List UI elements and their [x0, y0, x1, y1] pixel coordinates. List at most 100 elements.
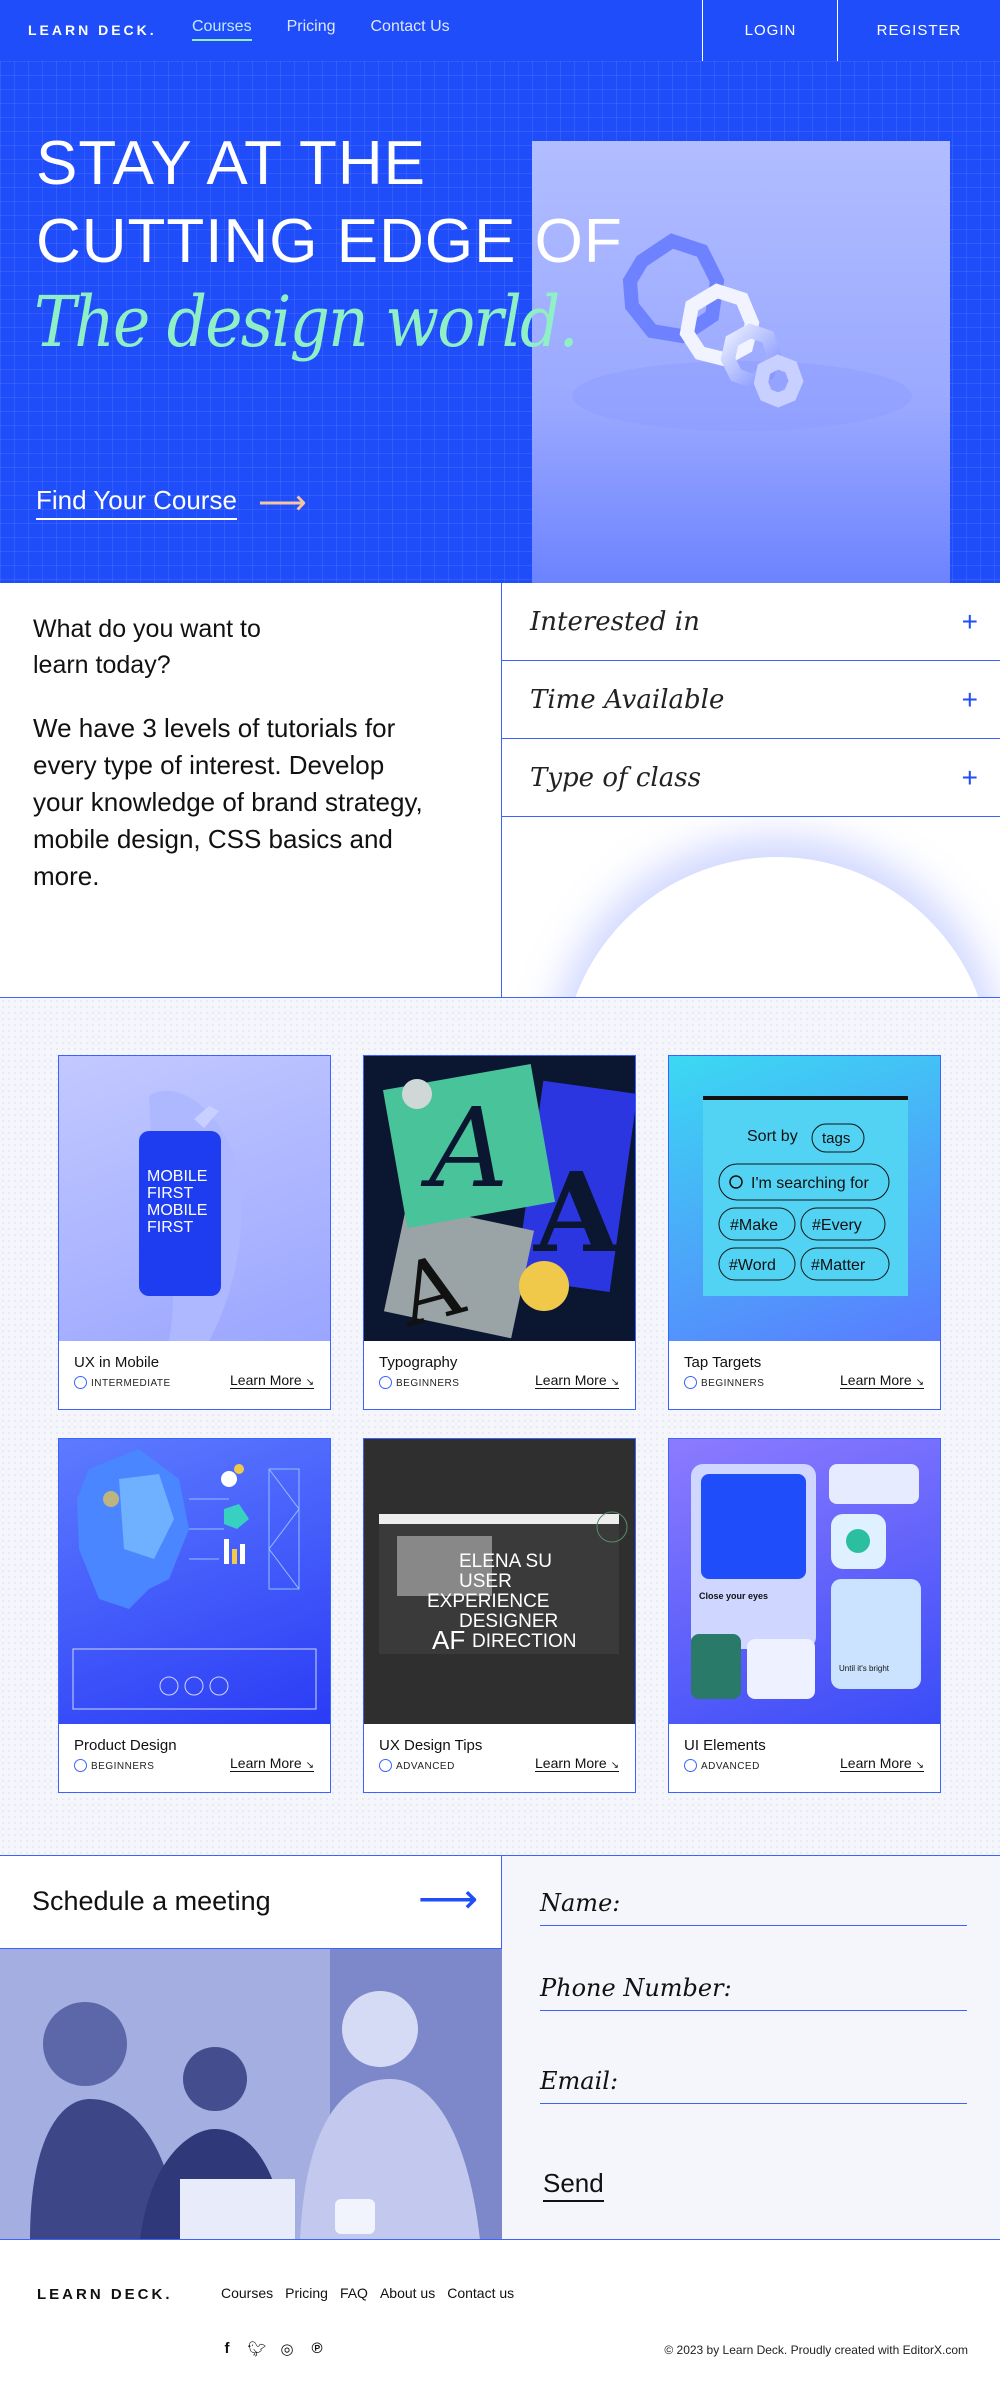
- image-text: FIRST: [147, 1185, 193, 1202]
- filter-label: Type of class: [530, 762, 701, 793]
- course-image: ELENA SU USER EXPERIENCE DESIGNER AF DIR…: [364, 1439, 635, 1724]
- image-text: #Every: [812, 1217, 862, 1234]
- course-card-ui-elements[interactable]: Close your eyes Until it's bright UI Ele…: [668, 1438, 941, 1793]
- plus-icon[interactable]: +: [962, 684, 978, 716]
- course-card-tap-targets[interactable]: Sort by tags I'm searching for #Make #Ev…: [668, 1055, 941, 1410]
- name-label: Name:: [540, 1889, 621, 1917]
- course-card-ux-mobile[interactable]: MOBILE FIRST MOBILE FIRST UX in Mobile I…: [58, 1055, 331, 1410]
- email-field[interactable]: Email:: [540, 2054, 967, 2104]
- arrow-down-right-icon: ↘: [305, 1377, 314, 1388]
- image-text: ELENA SU: [459, 1551, 552, 1572]
- image-text: #Make: [730, 1217, 778, 1234]
- course-level: BEGINNERS: [701, 1378, 765, 1389]
- logo[interactable]: LEARN DECK.: [28, 22, 157, 38]
- arrow-down-right-icon: ↘: [915, 1760, 924, 1771]
- learn-more-link[interactable]: Learn More ↘: [840, 1755, 924, 1772]
- course-image: MOBILE FIRST MOBILE FIRST: [59, 1056, 330, 1341]
- image-text: DESIGNER: [459, 1611, 558, 1632]
- course-title: UX in Mobile: [74, 1354, 160, 1371]
- image-text: MOBILE: [147, 1202, 207, 1219]
- instagram-icon[interactable]: ◎: [277, 2340, 297, 2358]
- name-field[interactable]: Name:: [540, 1876, 967, 1926]
- course-title: UI Elements: [684, 1737, 766, 1754]
- learn-more-link[interactable]: Learn More ↘: [230, 1755, 314, 1772]
- nav-link-courses[interactable]: Courses: [192, 18, 252, 41]
- hero-heading-line3: The design world.: [34, 281, 579, 363]
- image-text: EXPERIENCE: [427, 1591, 549, 1612]
- decorative-arc: [502, 817, 1000, 997]
- social-links: f 🐦︎ ◎ ℗: [217, 2340, 327, 2358]
- meeting-photo: [0, 1948, 502, 2239]
- arrow-down-right-icon: ↘: [610, 1760, 619, 1771]
- arrow-right-icon[interactable]: ⟶: [418, 1878, 478, 1920]
- filter-time-available[interactable]: Time Available +: [502, 661, 1000, 739]
- course-image: [59, 1439, 330, 1724]
- footer-link-pricing[interactable]: Pricing: [285, 2285, 328, 2301]
- twitter-icon[interactable]: 🐦︎: [247, 2340, 267, 2358]
- arrow-down-right-icon: ↘: [915, 1377, 924, 1388]
- filter-label: Time Available: [530, 684, 725, 715]
- register-button[interactable]: REGISTER: [837, 0, 1000, 61]
- learn-more-link[interactable]: Learn More ↘: [535, 1372, 619, 1389]
- hero-heading-line2: CUTTING EDGE OF: [36, 207, 623, 276]
- level-icon: [684, 1759, 697, 1772]
- footer-links: Courses Pricing FAQ About us Contact us: [221, 2285, 514, 2301]
- course-level: BEGINNERS: [91, 1761, 155, 1772]
- learn-more-link[interactable]: Learn More ↘: [535, 1755, 619, 1772]
- course-card-product-design[interactable]: Product Design BEGINNERS Learn More ↘: [58, 1438, 331, 1793]
- footer-link-courses[interactable]: Courses: [221, 2285, 273, 2301]
- footer-link-faq[interactable]: FAQ: [340, 2285, 368, 2301]
- image-text: Until it's bright: [839, 1664, 890, 1673]
- nav-links: Courses Pricing Contact Us: [192, 18, 450, 41]
- plus-icon[interactable]: +: [962, 606, 978, 638]
- find-course-link[interactable]: Find Your Course: [36, 485, 237, 520]
- facebook-icon[interactable]: f: [217, 2340, 237, 2358]
- course-level: INTERMEDIATE: [91, 1378, 171, 1389]
- learn-more-link[interactable]: Learn More ↘: [840, 1372, 924, 1389]
- footer-link-about[interactable]: About us: [380, 2285, 435, 2301]
- schedule-title: Schedule a meeting: [32, 1886, 271, 1916]
- course-image: A A A: [364, 1056, 635, 1341]
- image-text: Sort by: [747, 1128, 798, 1145]
- top-nav: LEARN DECK. Courses Pricing Contact Us L…: [0, 0, 1000, 61]
- level-icon: [74, 1376, 87, 1389]
- filter-type-of-class[interactable]: Type of class +: [502, 739, 1000, 817]
- nav-link-contact[interactable]: Contact Us: [370, 18, 449, 41]
- filter-interested-in[interactable]: Interested in +: [502, 583, 1000, 661]
- image-text: #Word: [729, 1257, 776, 1274]
- learn-intro: What do you want to learn today? We have…: [0, 583, 502, 997]
- plus-icon[interactable]: +: [962, 762, 978, 794]
- arrow-right-icon[interactable]: ⟶: [258, 486, 307, 520]
- arrow-down-right-icon: ↘: [305, 1760, 314, 1771]
- image-text: I'm searching for: [751, 1175, 869, 1192]
- svg-text:A: A: [420, 1084, 508, 1212]
- course-title: Typography: [379, 1354, 458, 1371]
- course-title: Product Design: [74, 1737, 177, 1754]
- image-text: MOBILE: [147, 1168, 207, 1185]
- nav-link-pricing[interactable]: Pricing: [287, 18, 336, 41]
- course-card-typography[interactable]: A A A Typography BEGINNERS Learn More ↘: [363, 1055, 636, 1410]
- footer-link-contact[interactable]: Contact us: [447, 2285, 514, 2301]
- learn-more-link[interactable]: Learn More ↘: [230, 1372, 314, 1389]
- schedule-section: Schedule a meeting ⟶ Name: Phone Number:…: [0, 1855, 1000, 2240]
- phone-field[interactable]: Phone Number:: [540, 1961, 967, 2011]
- course-image: Close your eyes Until it's bright: [669, 1439, 940, 1724]
- courses-section: MOBILE FIRST MOBILE FIRST UX in Mobile I…: [0, 998, 1000, 1855]
- learn-question: What do you want to learn today?: [33, 615, 261, 679]
- level-icon: [74, 1759, 87, 1772]
- arrow-down-right-icon: ↘: [610, 1377, 619, 1388]
- course-card-ux-design-tips[interactable]: ELENA SU USER EXPERIENCE DESIGNER AF DIR…: [363, 1438, 636, 1793]
- footer: LEARN DECK. Courses Pricing FAQ About us…: [0, 2240, 1000, 2396]
- pinterest-icon[interactable]: ℗: [307, 2340, 327, 2358]
- login-button[interactable]: LOGIN: [702, 0, 838, 61]
- send-button[interactable]: Send: [543, 2168, 604, 2202]
- image-text: #Matter: [811, 1257, 866, 1274]
- hero-heading-line1: STAY AT THE: [36, 129, 427, 198]
- course-level: ADVANCED: [396, 1761, 455, 1772]
- image-text: USER: [459, 1571, 512, 1592]
- schedule-left: Schedule a meeting ⟶: [0, 1856, 502, 2239]
- level-icon: [684, 1376, 697, 1389]
- footer-logo[interactable]: LEARN DECK.: [37, 2286, 173, 2303]
- filter-label: Interested in: [530, 606, 700, 637]
- image-text: AF: [432, 1625, 465, 1655]
